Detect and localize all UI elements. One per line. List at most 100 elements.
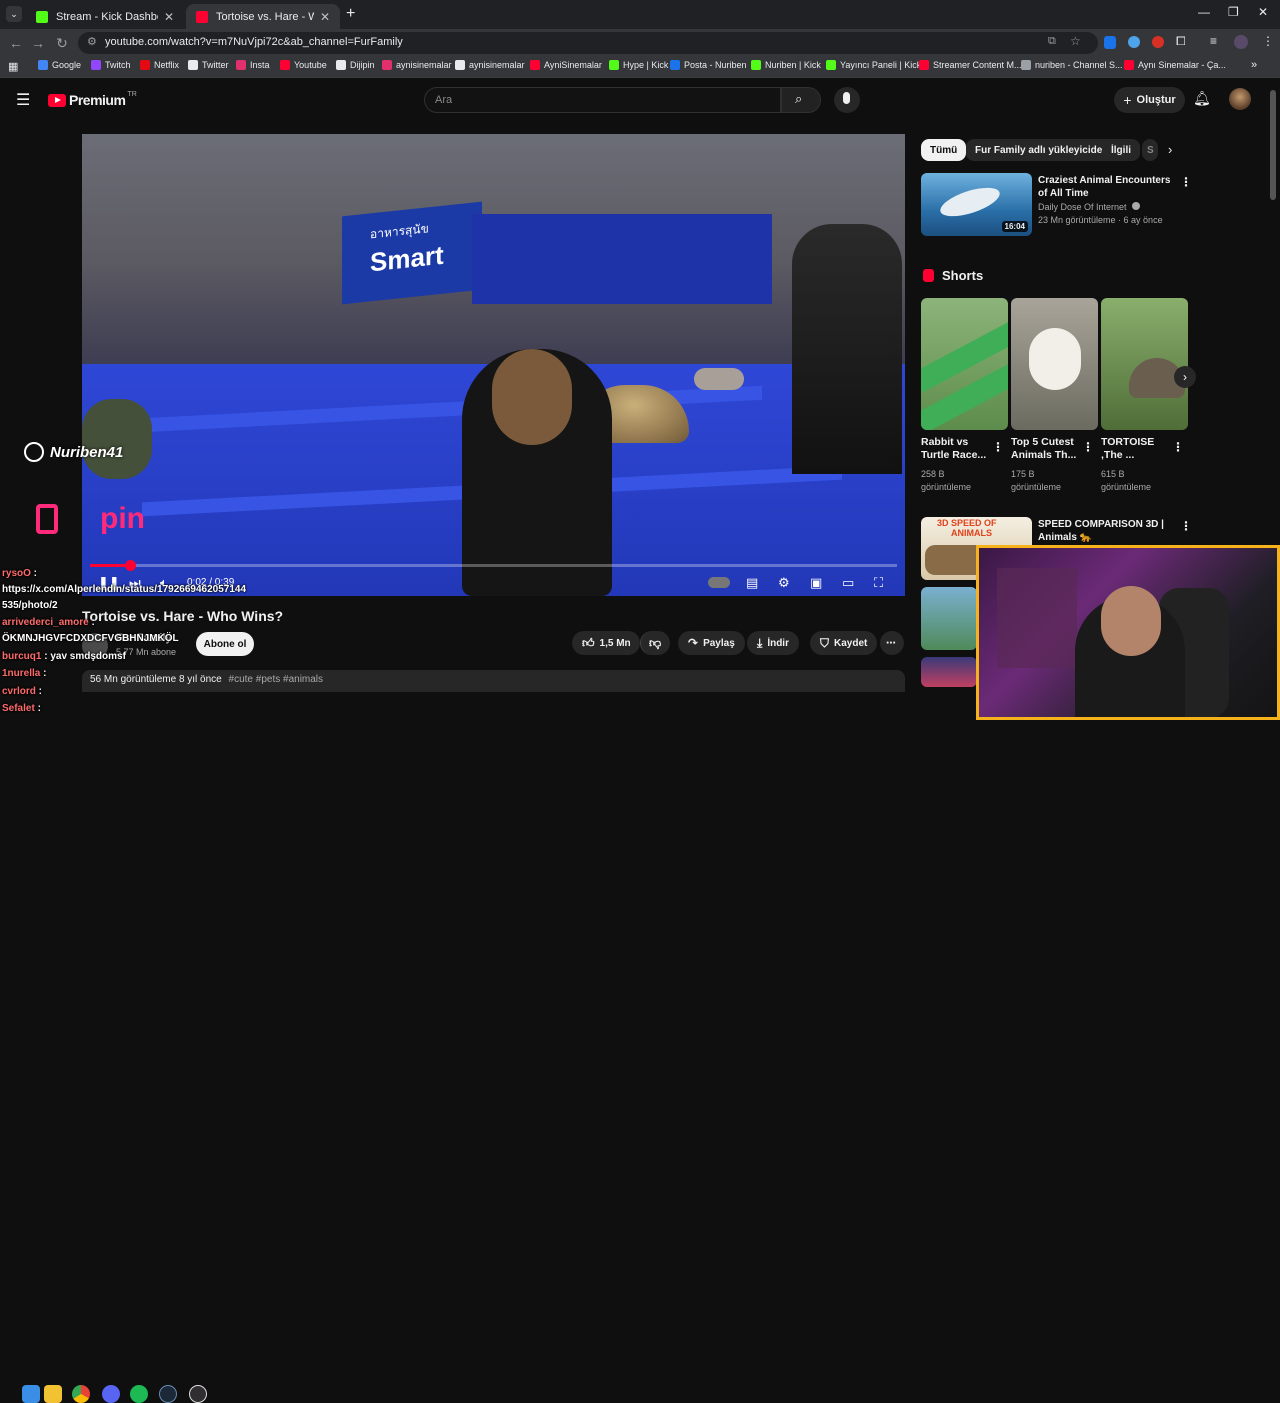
bookmark-item[interactable]: Yayıncı Paneli | Kick	[826, 60, 921, 70]
tab-youtube-video[interactable]: Tortoise vs. Hare - Who Wins? ✕	[186, 4, 340, 29]
close-tab-icon[interactable]: ✕	[320, 10, 330, 24]
bookmark-item[interactable]: Netflix	[140, 60, 179, 70]
chip-all[interactable]: Tümü	[921, 139, 967, 161]
video-player[interactable]: อาหารสุนัข Smart ❚❚ ⏭︎ 🔈︎ 0:02 / 0:39 ▤ …	[82, 134, 905, 596]
back-icon[interactable]: ←	[6, 33, 26, 53]
media-control-icon[interactable]: ≡	[1210, 34, 1217, 48]
file-explorer-icon[interactable]	[44, 1385, 62, 1403]
bookmark-item[interactable]: Streamer Content M...	[919, 60, 1022, 70]
extension-circle-icon[interactable]	[1128, 36, 1140, 48]
bookmark-item[interactable]: Aynı Sinemalar - Ça...	[1124, 60, 1226, 70]
short-menu-icon[interactable]: ⋮	[1172, 440, 1184, 454]
bookmark-item[interactable]: Youtube	[280, 60, 327, 70]
tab-label: Tortoise vs. Hare - Who Wins?	[216, 10, 314, 23]
short-thumbnail[interactable]	[921, 298, 1008, 430]
url-text[interactable]: youtube.com/watch?v=m7NuVjpi72c&ab_chann…	[105, 36, 403, 48]
search-input[interactable]: Ara	[424, 87, 781, 113]
profile-avatar-icon[interactable]	[1234, 35, 1248, 49]
short-thumbnail[interactable]	[1101, 298, 1188, 430]
reload-icon[interactable]: ↻	[52, 33, 72, 53]
rec-menu-icon[interactable]: ⋮	[1180, 519, 1192, 533]
close-window-button[interactable]: ✕	[1258, 5, 1268, 19]
like-button[interactable]: 👍︎ 1,5 Mn	[572, 631, 640, 655]
search-button[interactable]: ⌕	[781, 87, 821, 113]
minimize-button[interactable]: —	[1198, 5, 1210, 19]
rec-thumbnail[interactable]	[921, 657, 977, 687]
shorts-next-button[interactable]: ›	[1174, 366, 1196, 388]
bookmark-item[interactable]: AyniSinemalar	[530, 60, 602, 70]
account-avatar[interactable]	[1229, 88, 1251, 110]
create-button[interactable]: + Oluştur	[1114, 87, 1185, 113]
dislike-button[interactable]: 👎︎	[640, 631, 670, 655]
short-menu-icon[interactable]: ⋮	[1082, 440, 1094, 454]
fullscreen-icon[interactable]: ⛶	[874, 575, 883, 591]
restore-button[interactable]: ❐	[1228, 5, 1239, 19]
chip-from-uploader[interactable]: Fur Family adlı yükleyiciden	[966, 139, 1118, 161]
chips-next-icon[interactable]: ›	[1168, 142, 1172, 157]
new-tab-button[interactable]: +	[346, 5, 355, 23]
bookmark-star-icon[interactable]: ☆	[1070, 34, 1081, 48]
bookmark-item[interactable]: Nuriben | Kick	[751, 60, 821, 70]
apps-grid-icon[interactable]: ▦	[8, 60, 18, 73]
bookmark-item[interactable]: Dijipin	[336, 60, 375, 70]
short-menu-icon[interactable]: ⋮	[992, 440, 1004, 454]
steam-icon[interactable]	[159, 1385, 177, 1403]
chip-related[interactable]: İlgili	[1102, 139, 1140, 161]
short-title[interactable]: Rabbit vs Turtle Race...	[921, 436, 989, 462]
notifications-bell-icon[interactable]: 🔔︎	[1193, 90, 1211, 107]
chrome-icon[interactable]	[72, 1385, 90, 1403]
obs-icon[interactable]	[189, 1385, 207, 1403]
bookmark-item[interactable]: aynisinemalar	[455, 60, 525, 70]
rec-thumbnail[interactable]: 16:04	[921, 173, 1032, 236]
hamburger-menu-icon[interactable]: ☰	[16, 90, 30, 110]
browser-menu-icon[interactable]: ⋮	[1262, 34, 1274, 48]
short-thumbnail[interactable]	[1011, 298, 1098, 430]
voice-search-button[interactable]	[834, 87, 860, 113]
page-scrollbar[interactable]	[1270, 90, 1276, 200]
tab-kick-dashboard[interactable]: Stream - Kick Dashboard ✕	[26, 4, 184, 29]
close-tab-icon[interactable]: ✕	[164, 10, 174, 24]
more-actions-button[interactable]: ⋯	[880, 631, 904, 655]
rec-menu-icon[interactable]: ⋮	[1180, 175, 1192, 189]
theater-mode-icon[interactable]: ▭	[842, 575, 854, 591]
rec-channel[interactable]: Daily Dose Of Internet	[1038, 201, 1141, 214]
subtitles-icon[interactable]: ▤	[746, 575, 758, 591]
subscribe-button[interactable]: Abone ol	[196, 632, 254, 656]
extension-red-icon[interactable]	[1152, 36, 1164, 48]
bookmark-item[interactable]: aynisinemalar	[382, 60, 452, 70]
youtube-logo[interactable]: Premium TR	[48, 91, 137, 108]
site-info-icon[interactable]: ⚙	[87, 35, 97, 48]
share-button[interactable]: ↷ Paylaş	[678, 631, 745, 655]
description-tags[interactable]: #cute #pets #animals	[229, 674, 324, 685]
extensions-puzzle-icon[interactable]: ⧠	[1176, 34, 1186, 49]
chip-more[interactable]: S	[1142, 139, 1158, 161]
more-bookmarks-icon[interactable]: »	[1251, 59, 1257, 71]
autoplay-toggle[interactable]	[708, 577, 730, 588]
bookmark-item[interactable]: Posta - Nuriben	[670, 60, 747, 70]
bookmark-item[interactable]: Twitter	[188, 60, 229, 70]
bookmark-item[interactable]: Twitch	[91, 60, 131, 70]
rec-title[interactable]: Craziest Animal Encounters of All Time	[1038, 174, 1172, 200]
rec-thumbnail[interactable]	[921, 587, 977, 650]
rec-title[interactable]: SPEED COMPARISON 3D | Animals 🐆	[1038, 518, 1172, 544]
omnibox[interactable]: ⚙ youtube.com/watch?v=m7NuVjpi72c&ab_cha…	[78, 32, 1098, 54]
tab-search-button[interactable]: ⌄	[6, 6, 22, 22]
forward-icon[interactable]: →	[28, 33, 48, 53]
bookmark-item[interactable]: Google	[38, 60, 81, 70]
short-title[interactable]: TORTOISE ,The ...	[1101, 436, 1167, 462]
bookmark-item[interactable]: nuriben - Channel S...	[1021, 60, 1123, 70]
short-title[interactable]: Top 5 Cutest Animals Th...	[1011, 436, 1089, 462]
windows-start-icon[interactable]	[22, 1385, 40, 1403]
save-button[interactable]: ⛉ Kaydet	[810, 631, 878, 655]
discord-icon[interactable]	[102, 1385, 120, 1403]
description-box[interactable]: 56 Mn görüntüleme 8 yıl önce #cute #pets…	[82, 670, 905, 692]
install-app-icon[interactable]: ⧉	[1048, 35, 1056, 48]
settings-gear-icon[interactable]: ⚙	[778, 575, 790, 591]
spotify-icon[interactable]	[130, 1385, 148, 1403]
extension-shield-icon[interactable]	[1104, 36, 1116, 49]
miniplayer-icon[interactable]: ▣	[810, 575, 822, 591]
video-progress-bar[interactable]	[90, 560, 897, 571]
bookmark-item[interactable]: Insta	[236, 60, 270, 70]
bookmark-item[interactable]: Hype | Kick	[609, 60, 668, 70]
download-button[interactable]: ⤓ İndir	[747, 631, 799, 655]
